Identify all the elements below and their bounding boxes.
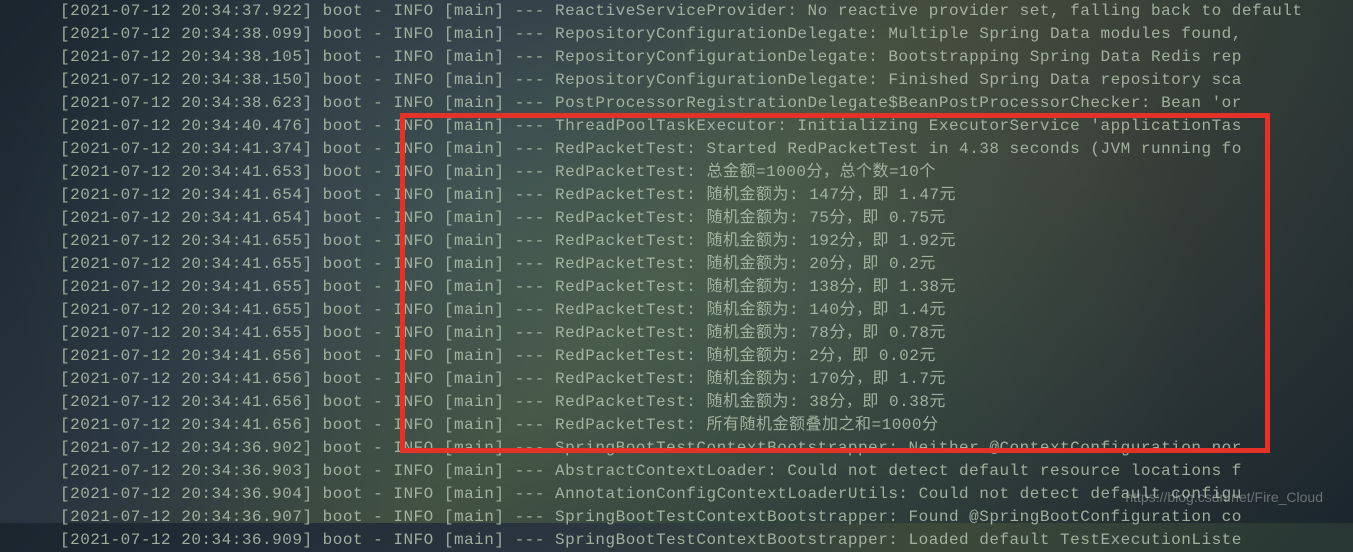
log-line: [2021-07-12 20:34:37.922] boot - INFO [m… <box>0 0 1353 23</box>
log-line: [2021-07-12 20:34:41.655] boot - INFO [m… <box>0 299 1353 322</box>
log-line: [2021-07-12 20:34:36.902] boot - INFO [m… <box>0 437 1353 460</box>
log-line: [2021-07-12 20:34:36.903] boot - INFO [m… <box>0 460 1353 483</box>
log-line: [2021-07-12 20:34:38.150] boot - INFO [m… <box>0 69 1353 92</box>
log-line: [2021-07-12 20:34:36.909] boot - INFO [m… <box>0 529 1353 552</box>
log-output-panel[interactable]: [2021-07-12 20:34:37.922] boot - INFO [m… <box>0 0 1353 552</box>
log-line: [2021-07-12 20:34:38.623] boot - INFO [m… <box>0 92 1353 115</box>
log-line: [2021-07-12 20:34:41.655] boot - INFO [m… <box>0 322 1353 345</box>
log-line: [2021-07-12 20:34:41.656] boot - INFO [m… <box>0 414 1353 437</box>
log-line: [2021-07-12 20:34:41.656] boot - INFO [m… <box>0 345 1353 368</box>
log-line: [2021-07-12 20:34:41.656] boot - INFO [m… <box>0 391 1353 414</box>
watermark-text: https://blog.csdn.net/Fire_Cloud <box>1125 486 1323 509</box>
log-line: [2021-07-12 20:34:41.653] boot - INFO [m… <box>0 161 1353 184</box>
log-line: [2021-07-12 20:34:41.656] boot - INFO [m… <box>0 368 1353 391</box>
log-line: [2021-07-12 20:34:40.476] boot - INFO [m… <box>0 115 1353 138</box>
log-line: [2021-07-12 20:34:38.099] boot - INFO [m… <box>0 23 1353 46</box>
log-line: [2021-07-12 20:34:41.655] boot - INFO [m… <box>0 276 1353 299</box>
log-line: [2021-07-12 20:34:36.907] boot - INFO [m… <box>0 506 1353 529</box>
log-line: [2021-07-12 20:34:41.655] boot - INFO [m… <box>0 230 1353 253</box>
log-line: [2021-07-12 20:34:41.654] boot - INFO [m… <box>0 207 1353 230</box>
log-line: [2021-07-12 20:34:41.374] boot - INFO [m… <box>0 138 1353 161</box>
log-line: [2021-07-12 20:34:41.655] boot - INFO [m… <box>0 253 1353 276</box>
log-line: [2021-07-12 20:34:38.105] boot - INFO [m… <box>0 46 1353 69</box>
log-line: [2021-07-12 20:34:41.654] boot - INFO [m… <box>0 184 1353 207</box>
